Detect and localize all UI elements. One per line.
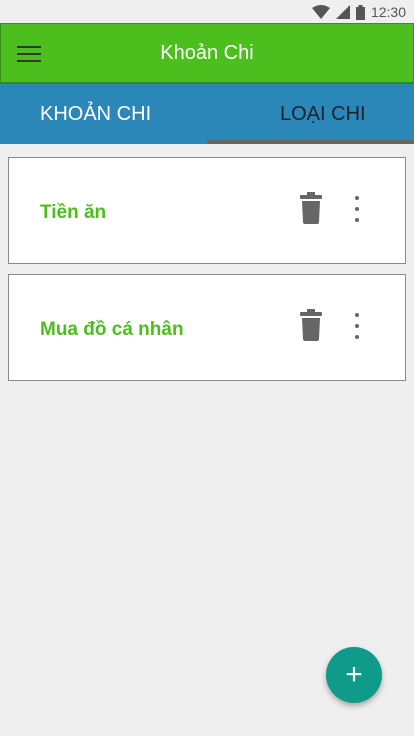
- more-vert-icon[interactable]: [349, 194, 365, 224]
- wifi-icon: [311, 5, 330, 19]
- battery-icon: [355, 4, 365, 20]
- list-item[interactable]: Tiền ăn: [8, 157, 406, 264]
- tab-loai-chi[interactable]: LOẠI CHI: [280, 84, 366, 145]
- status-time: 12:30: [370, 4, 406, 20]
- more-vert-icon[interactable]: [349, 311, 365, 341]
- list-item[interactable]: Mua đồ cá nhân: [8, 274, 406, 381]
- tab-bar: KHOẢN CHI LOẠI CHI: [0, 83, 414, 144]
- add-button[interactable]: +: [326, 647, 382, 703]
- item-title: Mua đồ cá nhân: [40, 319, 184, 340]
- app-title: Khoản Chi: [160, 42, 254, 64]
- app-bar: Khoản Chi: [0, 23, 414, 83]
- trash-icon[interactable]: [300, 309, 322, 341]
- tab-khoan-chi[interactable]: KHOẢN CHI: [40, 84, 151, 145]
- status-bar: 12:30: [0, 0, 414, 24]
- add-icon: +: [345, 658, 363, 691]
- tab-indicator: [207, 140, 414, 144]
- item-title: Tiền ăn: [40, 202, 107, 223]
- signal-icon: [335, 5, 350, 19]
- trash-icon[interactable]: [300, 192, 322, 224]
